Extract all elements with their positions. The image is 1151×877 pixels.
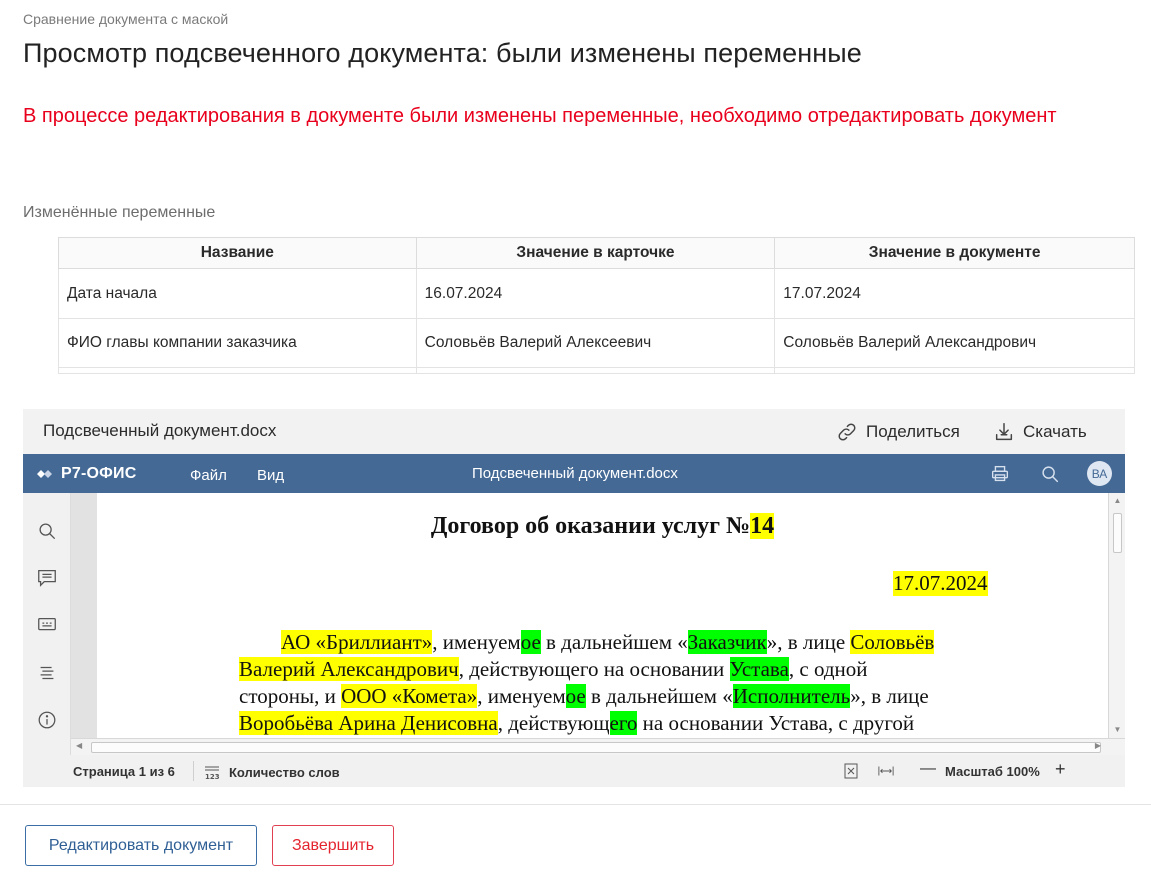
page-title: Просмотр подсвеченного документа: были и…: [23, 38, 862, 68]
status-divider: [193, 761, 194, 781]
column-header-card-value: Значение в карточке: [415, 237, 776, 269]
document-line: АО «Бриллиант», именуемое в дальнейшем «…: [239, 629, 1029, 656]
document-text: , именуем: [477, 684, 566, 708]
word-count-button[interactable]: 123 Количество слов: [203, 764, 340, 780]
variable-highlight: АО «Бриллиант»: [281, 630, 433, 654]
avatar[interactable]: ВА: [1087, 461, 1112, 486]
editor-logo: Р7-ОФИС: [37, 465, 136, 483]
document-text: на основании Устава, с другой: [637, 711, 915, 735]
editor-doc-title: Подсвеченный документ.docx: [472, 465, 678, 482]
document-text: , с одной: [788, 657, 868, 681]
search-icon[interactable]: [36, 520, 58, 542]
document-text: , действующего на основании: [458, 657, 730, 681]
footer-divider: [0, 804, 1151, 805]
chat-icon[interactable]: [36, 614, 58, 636]
document-text: », в лице: [766, 630, 851, 654]
finish-button[interactable]: Завершить: [272, 825, 394, 866]
column-header-document-value: Значение в документе: [774, 237, 1135, 269]
change-highlight: ое: [565, 684, 586, 708]
document-line: стороны, и ООО «Комета», именуемое в дал…: [239, 683, 1029, 710]
h-scroll-thumb[interactable]: [91, 742, 1101, 753]
menu-file[interactable]: Файл: [190, 467, 227, 484]
change-highlight: Заказчик: [687, 630, 767, 654]
fit-page-icon[interactable]: [843, 763, 859, 779]
variable-highlight: Воробьёва Арина Денисовна: [239, 711, 498, 735]
variable-highlight: ООО «Комета»: [341, 684, 478, 708]
cell-variable-name: ФИО главы компании заказчика: [58, 318, 417, 368]
cell-document-value: 17.07.2024: [774, 268, 1135, 319]
r7-logo-icon: [37, 470, 52, 478]
document-text: », в лице: [850, 684, 929, 708]
zoom-level: Масштаб 100%: [945, 764, 1040, 779]
editor-logo-text: Р7-ОФИС: [61, 465, 137, 482]
download-button[interactable]: Скачать: [993, 421, 1087, 443]
document-title-text: Договор об оказании услуг №: [430, 513, 751, 539]
document-number: 14: [750, 513, 775, 539]
word-count-icon: 123: [205, 766, 220, 780]
change-highlight: Устава: [729, 657, 789, 681]
share-button[interactable]: Поделиться: [836, 421, 960, 443]
warning-message: В процессе редактирования в документе бы…: [23, 105, 1057, 127]
document-viewer: Подсвеченный документ.docx Поделиться Ск…: [23, 409, 1125, 787]
link-icon: [838, 423, 856, 441]
scroll-right-arrow[interactable]: ▶: [1095, 741, 1101, 750]
search-icon[interactable]: [1039, 463, 1061, 485]
variable-highlight: Соловьёв: [850, 630, 935, 654]
changed-variables-label: Изменённые переменные: [23, 204, 216, 221]
column-header-name: Название: [58, 237, 417, 269]
editor-left-rail: [23, 493, 71, 755]
cell-card-value: 16.07.2024: [415, 268, 776, 319]
editor-toolbar: Р7-ОФИС Файл Вид Подсвеченный документ.d…: [23, 454, 1125, 493]
cell-card-value: Соловьёв Валерий Алексеевич: [415, 318, 776, 368]
document-line: Валерий Александрович, действующего на о…: [239, 656, 1029, 683]
horizontal-scrollbar[interactable]: ◀ ▶: [71, 738, 1125, 755]
fit-width-icon[interactable]: [878, 763, 894, 779]
table-row: ФИО главы компании заказчика Соловьёв Ва…: [58, 318, 1135, 368]
table-row-partial: [58, 367, 1135, 374]
change-highlight: Исполнитель: [732, 684, 851, 708]
scroll-up-arrow[interactable]: ▲: [1112, 495, 1123, 507]
cell-document-value: Соловьёв Валерий Александрович: [774, 318, 1135, 368]
scroll-left-arrow[interactable]: ◀: [76, 741, 82, 750]
navigation-icon[interactable]: [36, 662, 58, 684]
cell-variable-name: Дата начала: [58, 268, 417, 319]
variable-highlight: Валерий Александрович: [239, 657, 459, 681]
edit-document-button[interactable]: Редактировать документ: [25, 825, 257, 866]
svg-text:123: 123: [205, 773, 220, 780]
document-text: в дальнейшем «: [585, 684, 733, 708]
document-text: , действующ: [497, 711, 610, 735]
comment-icon[interactable]: [36, 567, 58, 589]
document-canvas[interactable]: Договор об оказании услуг №14 17.07.2024…: [71, 493, 1108, 738]
zoom-out-button[interactable]: —: [920, 760, 936, 778]
vertical-scrollbar[interactable]: ▲ ▼: [1108, 493, 1125, 738]
menu-view[interactable]: Вид: [257, 467, 284, 484]
changed-variables-table: Название Значение в карточке Значение в …: [58, 237, 1135, 374]
document-date: 17.07.2024: [893, 571, 988, 596]
share-label: Поделиться: [866, 422, 960, 441]
scroll-down-arrow[interactable]: ▼: [1112, 724, 1123, 736]
download-label: Скачать: [1023, 422, 1087, 441]
info-icon[interactable]: [36, 709, 58, 731]
document-text: в дальнейшем «: [540, 630, 688, 654]
download-icon: [995, 423, 1013, 441]
scroll-thumb[interactable]: [1113, 513, 1122, 553]
table-row: Дата начала 16.07.2024 17.07.2024: [58, 268, 1135, 319]
document-text: , именуем: [432, 630, 521, 654]
viewer-file-name: Подсвеченный документ.docx: [43, 421, 277, 440]
print-icon[interactable]: [989, 463, 1011, 485]
document-paragraph: АО «Бриллиант», именуемое в дальнейшем «…: [239, 629, 1029, 737]
document-page: Договор об оказании услуг №14 17.07.2024…: [97, 493, 1108, 738]
change-highlight: его: [609, 711, 638, 735]
word-count-label: Количество слов: [229, 764, 340, 780]
page-count[interactable]: Страница 1 из 6: [73, 764, 175, 779]
table-header-row: Название Значение в карточке Значение в …: [58, 237, 1135, 269]
zoom-in-button[interactable]: +: [1055, 759, 1066, 780]
document-text: стороны, и: [239, 684, 342, 708]
change-highlight: ое: [520, 630, 541, 654]
document-line: Воробьёва Арина Денисовна, действующего …: [239, 710, 1029, 737]
document-title: Договор об оказании услуг №14: [97, 513, 1108, 540]
breadcrumb: Сравнение документа с маской: [23, 11, 229, 27]
editor-status-bar: Страница 1 из 6 123 Количество слов — Ма…: [23, 755, 1125, 787]
viewer-header: Подсвеченный документ.docx Поделиться Ск…: [23, 409, 1125, 454]
